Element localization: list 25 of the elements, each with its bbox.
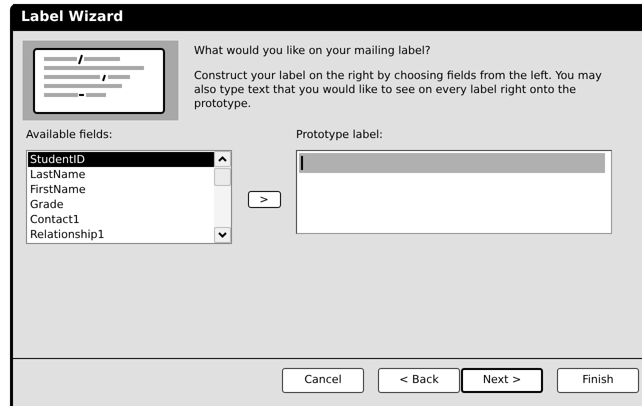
text-cursor: [301, 156, 303, 170]
wizard-button[interactable]: Next >: [461, 368, 543, 393]
prototype-label-field[interactable]: [296, 150, 612, 234]
field-list-item[interactable]: Relationship1: [28, 226, 214, 242]
field-list-item[interactable]: StudentID: [28, 152, 214, 166]
add-field-button[interactable]: >: [248, 191, 280, 208]
field-list-item[interactable]: LastName: [28, 166, 214, 182]
label-illustration-icon: [22, 40, 179, 121]
scroll-up-icon[interactable]: [214, 150, 231, 166]
prototype-label-label: Prototype label:: [296, 127, 384, 143]
field-list-item[interactable]: FirstName: [28, 182, 214, 196]
question-text: What would you like on your mailing label?: [194, 43, 432, 59]
fields-listbox[interactable]: StudentID LastName FirstName Grade Contact1 Relationship1: [26, 150, 232, 244]
wizard-button[interactable]: < Back: [378, 368, 460, 393]
scroll-down-icon[interactable]: [214, 226, 231, 242]
field-list-item[interactable]: Grade: [28, 196, 214, 212]
scrollbar[interactable]: [214, 150, 231, 242]
wizard-button[interactable]: Cancel: [282, 368, 364, 393]
field-list-item[interactable]: Contact1: [28, 212, 214, 226]
prototype-line-field[interactable]: [299, 152, 605, 172]
scroll-thumb[interactable]: [214, 168, 231, 186]
available-fields-label: Available fields:: [26, 127, 114, 143]
window-title: Label Wizard: [21, 8, 124, 27]
instruction-text: Construct your label on the right by choosing fields from the left. You may also type text that you would like to see on every label right onto the prototype.: [194, 68, 603, 110]
wizard-button[interactable]: Finish: [557, 368, 639, 393]
